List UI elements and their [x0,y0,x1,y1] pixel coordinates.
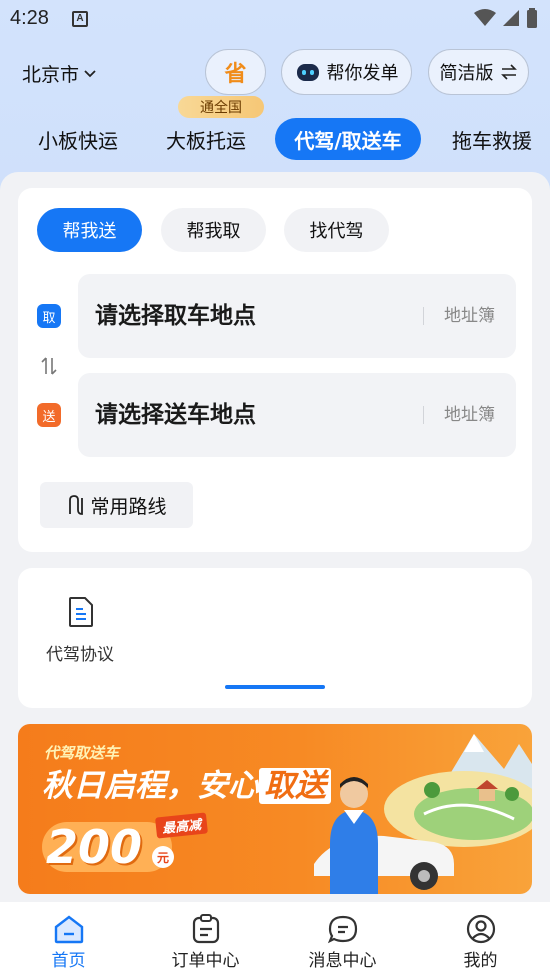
nav-orders-label: 订单中心 [171,951,240,971]
tab-small-board[interactable]: 小板快运 [28,118,128,160]
mode-find-driver[interactable]: 找代驾 [284,208,389,252]
status-icons [474,8,538,28]
chevron-down-icon [84,69,96,77]
common-routes-button[interactable]: 常用路线 [40,482,193,528]
banner-illustration [314,734,532,894]
pickup-address-book[interactable]: 地址簿 [444,274,495,358]
tab-driver-delivery[interactable]: 代驾/取送车 [275,118,421,160]
save-label: 省 [224,62,247,87]
battery-icon [527,8,537,28]
pickup-placeholder: 请选择取车地点 [95,303,256,329]
agreement-label[interactable]: 代驾协议 [46,640,114,665]
simple-mode-label: 简洁版 [439,63,494,84]
dropoff-location-field[interactable]: 请选择送车地点 地址簿 [78,373,516,457]
clipboard-icon [192,914,219,944]
bottom-navigation: 首页 订单中心 消息中心 我的 [0,902,550,979]
help-order-label: 帮你发单 [326,63,399,84]
mode-pick-for-me[interactable]: 帮我取 [161,208,266,252]
banner-title: 秋日启程，安心 取送 [42,760,331,805]
banner-unit: 元 [152,846,174,868]
swap-icon[interactable] [40,355,58,377]
pickup-tag: 取 [37,304,61,328]
banner-max-label: 最高减 [155,812,208,839]
pickup-location-field[interactable]: 请选择取车地点 地址簿 [78,274,516,358]
signal-icon [503,10,519,26]
nav-mine[interactable]: 我的 [412,902,549,979]
promo-banner[interactable]: 代驾取送车 秋日启程，安心 取送 200 最高减 元 [18,724,532,894]
nav-mine-label: 我的 [463,951,498,971]
simple-mode-button[interactable]: 简洁版 [428,49,529,95]
banner-title-prefix: 秋日启程，安心 [42,768,259,804]
help-order-button[interactable]: 帮你发单 [281,49,412,95]
nav-home[interactable]: 首页 [0,902,137,979]
scroll-indicator [225,685,325,689]
user-icon [466,914,495,944]
robot-icon [296,64,319,81]
notification-icon: A [72,11,88,27]
banner-amount: 200 [46,820,143,874]
city-selector[interactable]: 北京市 [22,60,97,87]
common-routes-label: 常用路线 [90,495,167,518]
wifi-icon [474,9,496,26]
mode-send-for-me[interactable]: 帮我送 [37,208,142,252]
national-badge: 通全国 [178,96,264,118]
city-name: 北京市 [22,64,80,86]
nav-orders[interactable]: 订单中心 [137,902,274,979]
document-icon[interactable] [66,596,96,628]
nav-messages[interactable]: 消息中心 [274,902,411,979]
dropoff-address-book[interactable]: 地址簿 [444,373,495,457]
status-time: 4:28 [10,7,49,29]
save-money-button[interactable]: 省 [205,49,266,95]
status-bar: 4:28 A [0,0,550,38]
chat-icon [327,915,357,944]
dropoff-tag: 送 [37,403,61,427]
tab-large-board[interactable]: 大板托运 [156,118,256,160]
divider [423,406,424,424]
route-icon [69,495,84,515]
tab-tow-rescue[interactable]: 拖车救援 [442,118,542,160]
divider [423,307,424,325]
nav-messages-label: 消息中心 [308,951,377,971]
nav-home-label: 首页 [51,951,86,971]
home-icon [54,915,83,944]
switch-arrows-icon [500,64,517,80]
dropoff-placeholder: 请选择送车地点 [95,402,256,428]
